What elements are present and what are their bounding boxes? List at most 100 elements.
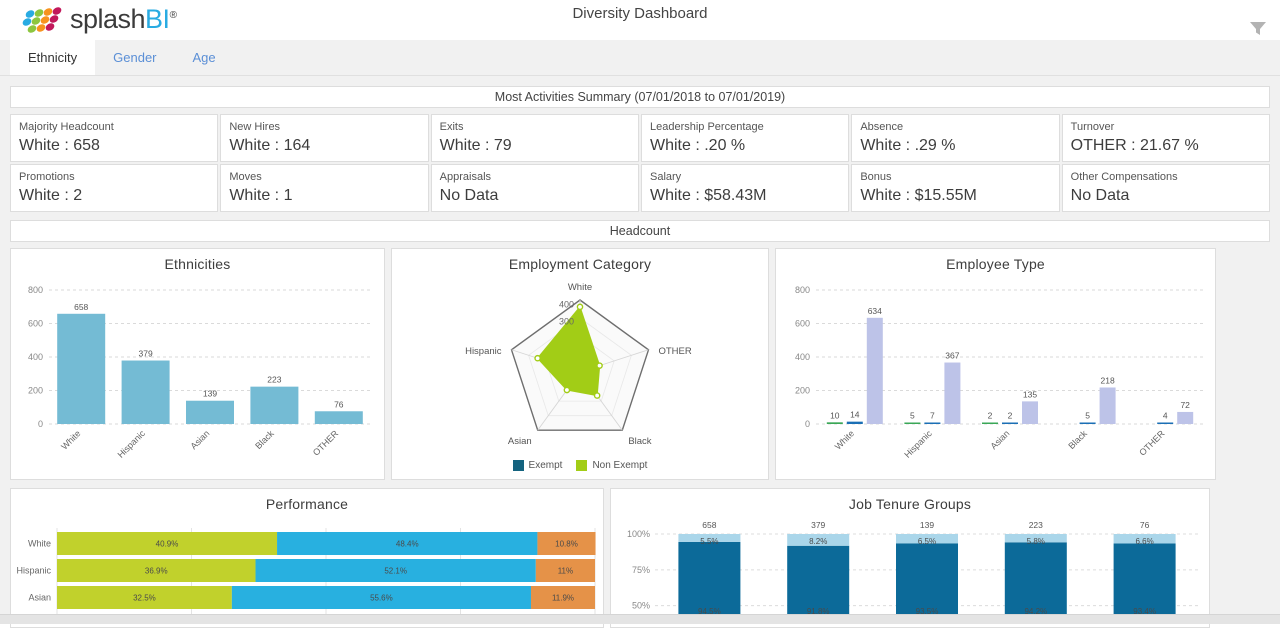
bar bbox=[1022, 401, 1038, 424]
bar bbox=[122, 361, 170, 424]
svg-text:72: 72 bbox=[1180, 400, 1190, 410]
svg-text:223: 223 bbox=[1029, 520, 1043, 530]
chart-title-job-tenure-groups: Job Tenure Groups bbox=[611, 489, 1209, 512]
kpi-value: White : .20 % bbox=[650, 134, 840, 158]
filter-funnel-icon[interactable] bbox=[1248, 20, 1268, 36]
performance-stacked-bar-chart: WhiteHispanicAsian 40.9%48.4%10.8%36.9%5… bbox=[11, 512, 603, 622]
bar bbox=[1177, 412, 1193, 424]
kpi-label: Leadership Percentage bbox=[650, 120, 840, 134]
svg-text:OTHER: OTHER bbox=[658, 346, 691, 357]
svg-text:White: White bbox=[568, 282, 592, 293]
kpi-label: Appraisals bbox=[440, 170, 630, 184]
kpi-card-turnover[interactable]: Turnover OTHER : 21.67 % bbox=[1062, 114, 1270, 162]
svg-text:7: 7 bbox=[930, 411, 935, 421]
kpi-card-other-compensations[interactable]: Other Compensations No Data bbox=[1062, 164, 1270, 212]
kpi-value: No Data bbox=[1071, 184, 1261, 208]
bar bbox=[904, 423, 920, 425]
kpi-card-absence[interactable]: Absence White : .29 % bbox=[851, 114, 1059, 162]
svg-text:2: 2 bbox=[988, 411, 993, 421]
legend-swatch-exempt bbox=[513, 460, 524, 471]
headcount-section-title: Headcount bbox=[10, 220, 1270, 242]
kpi-card-exits[interactable]: Exits White : 79 bbox=[431, 114, 639, 162]
brand-logo[interactable]: splashBI® bbox=[0, 5, 176, 36]
kpi-label: Moves bbox=[229, 170, 419, 184]
svg-text:600: 600 bbox=[28, 319, 43, 329]
svg-text:50%: 50% bbox=[632, 601, 650, 611]
kpi-card-appraisals[interactable]: Appraisals No Data bbox=[431, 164, 639, 212]
ethnicities-bar-chart: 0200400600800 658White379Hispanic139Asia… bbox=[11, 272, 384, 472]
svg-text:32.5%: 32.5% bbox=[133, 594, 156, 603]
chart-card-employee-type[interactable]: Employee Type 0200400600800 1014634White… bbox=[775, 248, 1216, 480]
kpi-card-new-hires[interactable]: New Hires White : 164 bbox=[220, 114, 428, 162]
svg-text:200: 200 bbox=[28, 386, 43, 396]
kpi-value: White : .29 % bbox=[860, 134, 1050, 158]
svg-text:Black: Black bbox=[628, 436, 651, 447]
svg-text:0: 0 bbox=[805, 419, 810, 429]
kpi-card-majority-headcount[interactable]: Majority Headcount White : 658 bbox=[10, 114, 218, 162]
svg-text:OTHER: OTHER bbox=[311, 428, 341, 458]
svg-text:200: 200 bbox=[795, 386, 810, 396]
svg-text:Hispanic: Hispanic bbox=[465, 346, 502, 357]
kpi-value: White : 2 bbox=[19, 184, 209, 208]
chart-card-job-tenure-groups[interactable]: Job Tenure Groups 50%75%100% 5.5%94.5%65… bbox=[610, 488, 1210, 628]
svg-text:Black: Black bbox=[253, 428, 276, 451]
svg-text:6.5%: 6.5% bbox=[918, 537, 936, 546]
kpi-card-grid: Majority Headcount White : 658 New Hires… bbox=[10, 114, 1270, 212]
svg-text:634: 634 bbox=[868, 306, 882, 316]
legend-item-exempt[interactable]: Exempt bbox=[513, 460, 563, 471]
svg-text:48.4%: 48.4% bbox=[396, 540, 419, 549]
svg-text:52.1%: 52.1% bbox=[384, 567, 407, 576]
svg-text:139: 139 bbox=[203, 389, 217, 399]
summary-section-title: Most Activities Summary (07/01/2018 to 0… bbox=[10, 86, 1270, 108]
svg-text:300: 300 bbox=[559, 317, 574, 327]
svg-text:White: White bbox=[28, 539, 51, 549]
svg-text:223: 223 bbox=[267, 375, 281, 385]
app-header: splashBI® Diversity Dashboard bbox=[0, 0, 1280, 40]
svg-text:658: 658 bbox=[702, 520, 716, 530]
svg-text:40.9%: 40.9% bbox=[156, 540, 179, 549]
svg-text:76: 76 bbox=[1140, 520, 1150, 530]
kpi-card-moves[interactable]: Moves White : 1 bbox=[220, 164, 428, 212]
tab-gender[interactable]: Gender bbox=[95, 40, 174, 75]
tab-bar: Ethnicity Gender Age bbox=[0, 40, 1280, 76]
kpi-card-bonus[interactable]: Bonus White : $15.55M bbox=[851, 164, 1059, 212]
legend-item-non-exempt[interactable]: Non Exempt bbox=[576, 460, 647, 471]
svg-text:367: 367 bbox=[945, 351, 959, 361]
svg-text:Black: Black bbox=[1066, 428, 1089, 451]
svg-text:55.6%: 55.6% bbox=[370, 594, 393, 603]
chart-card-performance[interactable]: Performance WhiteHispanicAsian 40.9%48.4… bbox=[10, 488, 604, 628]
legend-swatch-non-exempt bbox=[576, 460, 587, 471]
kpi-card-salary[interactable]: Salary White : $58.43M bbox=[641, 164, 849, 212]
kpi-value: White : 1 bbox=[229, 184, 419, 208]
kpi-label: New Hires bbox=[229, 120, 419, 134]
svg-text:400: 400 bbox=[28, 352, 43, 362]
svg-text:139: 139 bbox=[920, 520, 934, 530]
splashbi-logo-icon bbox=[22, 6, 68, 34]
svg-text:Hispanic: Hispanic bbox=[116, 428, 148, 460]
svg-text:Asian: Asian bbox=[988, 428, 1011, 451]
kpi-card-promotions[interactable]: Promotions White : 2 bbox=[10, 164, 218, 212]
kpi-label: Majority Headcount bbox=[19, 120, 209, 134]
svg-text:76: 76 bbox=[334, 399, 344, 409]
job-tenure-stacked-bar-chart: 50%75%100% 5.5%94.5%6588.2%91.8%3796.5%9… bbox=[611, 512, 1209, 622]
svg-text:135: 135 bbox=[1023, 389, 1037, 399]
svg-text:4: 4 bbox=[1163, 411, 1168, 421]
svg-text:100%: 100% bbox=[627, 529, 650, 539]
bar bbox=[944, 363, 960, 424]
chart-card-employment-category[interactable]: Employment Category WhiteOTHERBlackAsian… bbox=[391, 248, 769, 480]
bar bbox=[315, 411, 363, 424]
radar-legend: Exempt Non Exempt bbox=[392, 460, 768, 471]
svg-text:600: 600 bbox=[795, 319, 810, 329]
svg-text:Hispanic: Hispanic bbox=[16, 566, 51, 576]
chart-card-ethnicities[interactable]: Ethnicities 0200400600800 658White379His… bbox=[10, 248, 385, 480]
employment-category-radar-chart: WhiteOTHERBlackAsianHispanic300400 bbox=[392, 272, 768, 457]
bar bbox=[1157, 423, 1173, 425]
kpi-card-leadership-percentage[interactable]: Leadership Percentage White : .20 % bbox=[641, 114, 849, 162]
tab-age[interactable]: Age bbox=[175, 40, 234, 75]
svg-text:658: 658 bbox=[74, 302, 88, 312]
bar bbox=[827, 422, 843, 424]
tab-ethnicity[interactable]: Ethnicity bbox=[10, 40, 95, 75]
kpi-label: Other Compensations bbox=[1071, 170, 1261, 184]
kpi-label: Promotions bbox=[19, 170, 209, 184]
page-title: Diversity Dashboard bbox=[0, 5, 1280, 22]
